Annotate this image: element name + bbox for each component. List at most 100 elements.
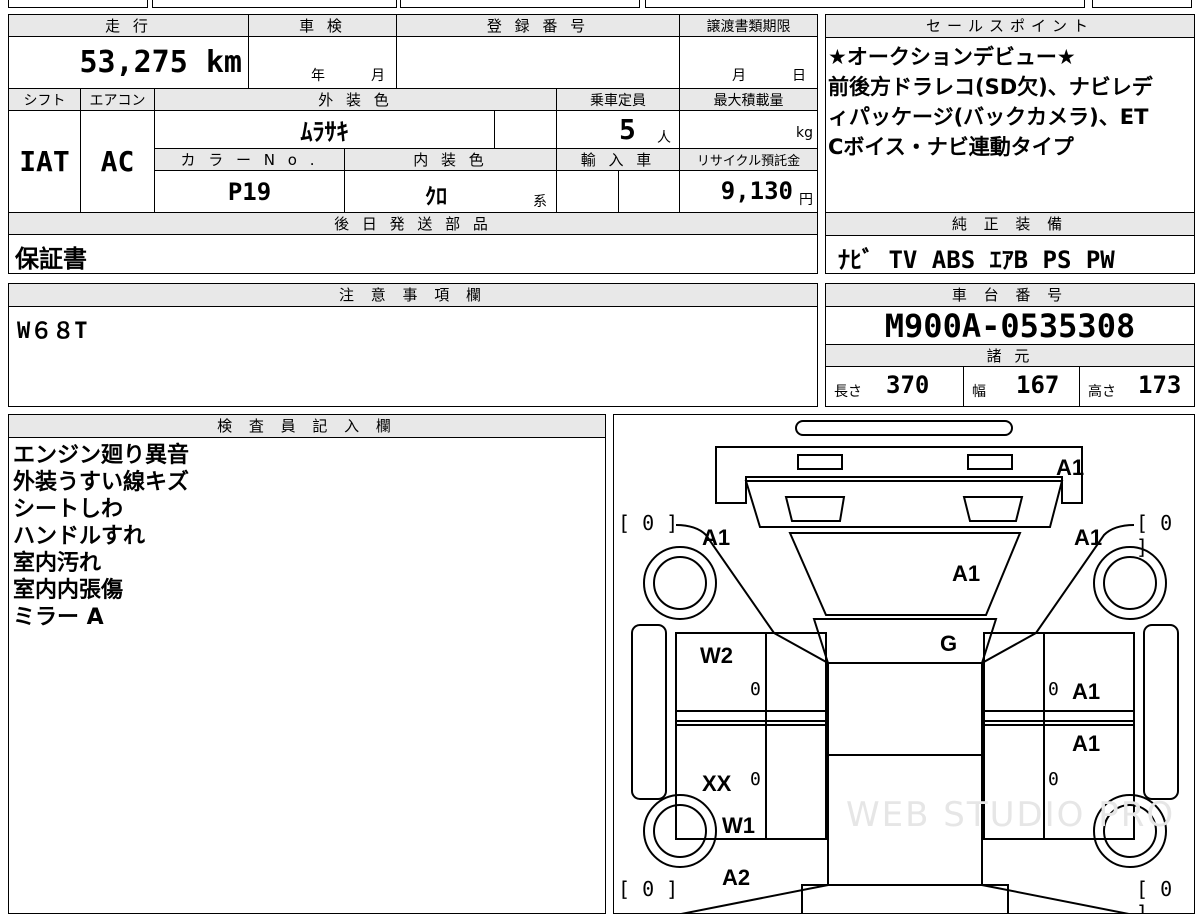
max-load-value-cell: kg xyxy=(680,111,817,149)
inspector-note: シートしわ xyxy=(13,497,124,522)
registration-label: 登 録 番 号 xyxy=(397,15,680,37)
mileage-value: 53,275 km xyxy=(9,37,249,89)
sales-point-text: ★オークションデビュー★ 前後方ドラレコ(SD欠)、ナビレデ ィパッケージ(バッ… xyxy=(826,38,1194,166)
genuine-equipment-panel: 純 正 装 備 ﾅﾋﾞ TV ABS ｴｱB PS PW xyxy=(825,212,1195,274)
tire-rear-left: [ 0 ] xyxy=(618,877,679,901)
shaken-value: 年 月 xyxy=(249,37,397,89)
specs-label: 諸 元 xyxy=(826,345,1194,367)
transfer-deadline-label: 譲渡書類期限 xyxy=(680,15,817,37)
later-parts-label: 後 日 発 送 部 品 xyxy=(9,213,817,235)
chassis-label: 車 台 番 号 xyxy=(826,284,1194,307)
door-mark-lr: 0 xyxy=(750,769,761,790)
recycle-value-cell: 9,130 円 xyxy=(680,171,817,213)
damage-windshield: G xyxy=(940,631,958,656)
sales-point-line: ィパッケージ(バックカメラ)、ET xyxy=(828,105,1149,129)
damage-front-bumper: A1 xyxy=(1056,455,1085,480)
spec-length: 長さ 370 xyxy=(826,367,964,407)
interior-color-value-cell: ｸﾛ 系 xyxy=(345,171,557,213)
tire-rear-right: [ 0 ] xyxy=(1136,877,1173,914)
door-mark-rf: 0 xyxy=(1048,679,1059,700)
inspector-note: ハンドルすれ xyxy=(13,524,146,549)
tire-front-left: [ 0 ] xyxy=(618,511,679,535)
chassis-panel: 車 台 番 号 M900A-0535308 諸 元 長さ 370 幅 167 高… xyxy=(825,283,1195,407)
transfer-day-suffix: 日 xyxy=(792,68,806,84)
sales-point-panel: セールスポイント ★オークションデビュー★ 前後方ドラレコ(SD欠)、ナビレデ … xyxy=(825,14,1195,214)
import-value xyxy=(557,171,619,213)
inspector-panel: 検 査 員 記 入 欄 エンジン廻り異音 外装うすい線キズ シートしわ ハンドル… xyxy=(8,414,606,914)
later-parts-value: 保証書 xyxy=(15,245,87,273)
exterior-color-label: 外 装 色 xyxy=(155,89,557,111)
inspector-note: 室内汚れ xyxy=(13,551,102,576)
damage-left-rear-quarter: W1 xyxy=(722,813,755,838)
door-mark-rr: 0 xyxy=(1048,769,1059,790)
exterior-color-value: ﾑﾗｻｷ xyxy=(155,111,495,149)
damage-left-front-door: W2 xyxy=(700,643,733,668)
spec-width-value: 167 xyxy=(1016,371,1060,399)
capacity-value: 5 xyxy=(619,113,636,146)
car-diagram: [ 0 ] [ 0 ] [ 0 ] [ 0 ] A1 A1 A1 A1 G W2… xyxy=(613,414,1195,914)
spec-width: 幅 167 xyxy=(964,367,1080,407)
recycle-label: リサイクル預託金 xyxy=(680,149,817,171)
damage-left-rear-door: XX xyxy=(702,771,732,796)
shift-value: IAT xyxy=(9,111,81,213)
import-value-2 xyxy=(619,171,680,213)
ac-label: エアコン xyxy=(81,89,155,111)
damage-hood: A1 xyxy=(952,561,981,586)
mileage-label: 走 行 xyxy=(9,15,249,37)
caution-label: 注 意 事 項 欄 xyxy=(9,284,817,307)
spec-height: 高さ 173 xyxy=(1080,367,1194,407)
shaken-label: 車 検 xyxy=(249,15,397,37)
inspector-note: 外装うすい線キズ xyxy=(13,470,190,495)
interior-color-value: ｸﾛ xyxy=(425,185,448,210)
spec-height-value: 173 xyxy=(1138,371,1182,399)
recycle-value: 9,130 xyxy=(720,177,793,205)
chassis-value: M900A-0535308 xyxy=(826,307,1194,345)
spec-length-label: 長さ xyxy=(834,384,862,400)
import-label: 輸 入 車 xyxy=(557,149,680,171)
transfer-month-suffix: 月 xyxy=(732,68,746,84)
recycle-unit: 円 xyxy=(799,192,813,208)
damage-right-front-door: A1 xyxy=(1072,679,1101,704)
color-no-value: P19 xyxy=(155,171,345,213)
watermark: WEB STUDIO PRO xyxy=(846,795,1176,835)
sales-point-line: Cボイス・ナビ連動タイプ xyxy=(828,135,1074,159)
vehicle-table: 走 行 車 検 登 録 番 号 譲渡書類期限 53,275 km 年 月 月 日… xyxy=(8,14,818,274)
damage-rear-left: A2 xyxy=(722,865,751,890)
spec-length-value: 370 xyxy=(886,371,930,399)
interior-color-label: 内 装 色 xyxy=(345,149,557,171)
inspector-label: 検 査 員 記 入 欄 xyxy=(9,415,605,438)
spec-width-label: 幅 xyxy=(972,384,986,400)
ac-value: AC xyxy=(81,111,155,213)
sales-point-line: ★オークションデビュー★ xyxy=(828,45,1076,69)
damage-right-rear-door: A1 xyxy=(1072,731,1101,756)
capacity-unit: 人 xyxy=(657,130,671,146)
genuine-equipment-label: 純 正 装 備 xyxy=(826,213,1194,236)
caution-panel: 注 意 事 項 欄 W６８T xyxy=(8,283,818,407)
transfer-deadline-value: 月 日 xyxy=(680,37,817,89)
registration-value xyxy=(397,37,680,89)
door-mark-lf: 0 xyxy=(750,679,761,700)
shift-label: シフト xyxy=(9,89,81,111)
color-no-label: カ ラ ー N o . xyxy=(155,149,345,171)
inspector-note: 室内内張傷 xyxy=(13,578,124,603)
shaken-month-suffix: 月 xyxy=(371,68,385,84)
inspector-notes: エンジン廻り異音 外装うすい線キズ シートしわ ハンドルすれ 室内汚れ 室内内張… xyxy=(9,438,605,635)
inspector-note: ミラー A xyxy=(13,605,104,630)
capacity-value-cell: 5 人 xyxy=(557,111,680,149)
genuine-equipment-value: ﾅﾋﾞ TV ABS ｴｱB PS PW xyxy=(838,246,1115,274)
tire-front-right: [ 0 ] xyxy=(1136,511,1173,559)
max-load-label: 最大積載量 xyxy=(680,89,817,111)
interior-color-suffix: 系 xyxy=(533,194,547,210)
inspector-note: エンジン廻り異音 xyxy=(13,443,190,468)
top-strip xyxy=(0,0,1200,8)
capacity-label: 乗車定員 xyxy=(557,89,680,111)
caution-value: W６８T xyxy=(17,319,88,344)
sales-point-line: 前後方ドラレコ(SD欠)、ナビレデ xyxy=(828,75,1153,99)
max-load-unit: kg xyxy=(796,125,813,141)
damage-front-right-fender: A1 xyxy=(1074,525,1103,550)
spec-height-label: 高さ xyxy=(1088,384,1116,400)
damage-front-left-fender: A1 xyxy=(702,525,731,550)
sales-point-label: セールスポイント xyxy=(826,15,1194,38)
exterior-color-extra xyxy=(495,111,557,149)
shaken-year-suffix: 年 xyxy=(311,68,325,84)
